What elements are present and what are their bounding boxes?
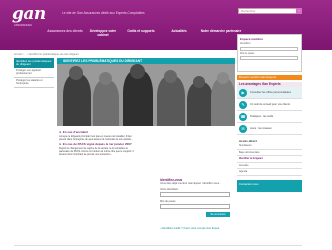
become-member-button[interactable]: Devenir membre Gan Experts xyxy=(237,75,302,80)
footer-divider xyxy=(14,245,302,246)
envelope-icon: ✉ xyxy=(239,124,247,133)
advantage-label: Consultez les offres personnalisées xyxy=(250,91,291,94)
login-label: Votre identifiant xyxy=(160,188,178,192)
advantage-label: Pratiques : les outils xyxy=(250,115,274,118)
main-nav: Assurances des clients Développez votre … xyxy=(46,29,244,38)
member-password-input[interactable] xyxy=(240,56,298,60)
nav-assurances[interactable]: Assurances des clients xyxy=(46,29,84,38)
member-login-label: Identifiant xyxy=(240,42,251,45)
advantage-item[interactable]: ☎ Pratiques : les outils xyxy=(237,111,302,123)
left-sidebar: Identifiez les problématiques du dirigea… xyxy=(14,58,54,94)
pencil-icon: ✎ xyxy=(239,100,247,109)
left-sidebar-title[interactable]: Identifiez les problématiques du dirigea… xyxy=(14,58,54,68)
main-content: IDENTIFIEZ LES PROBLÉMATIQUES DU DIRIGEA… xyxy=(57,58,235,244)
password-label: Mot de passe xyxy=(160,200,176,204)
team-photo xyxy=(57,64,235,126)
paragraph-accident: Lorsque le dirigeant principal n'est pas… xyxy=(59,134,133,141)
login-form: Identifiez-vous Vous êtes déjà membre Ga… xyxy=(160,178,232,230)
login-input[interactable] xyxy=(160,192,230,198)
advantage-item[interactable]: ✉ Liens : les réseaux xyxy=(237,123,302,135)
gan-logo[interactable]: gan xyxy=(12,4,46,24)
form-description: Vous êtes déjà membre Gan Expert, identi… xyxy=(160,182,221,185)
password-input[interactable] xyxy=(160,204,230,210)
nav-outils[interactable]: Outils et supports xyxy=(122,29,160,38)
forgot-link[interactable]: › Identifiant oublié ? Créer votre compt… xyxy=(160,227,232,230)
member-password-label: Mot de passe xyxy=(240,51,255,55)
advantage-item[interactable]: ▶ Consultez les offres personnalisées xyxy=(237,87,302,99)
direct-link-agenda[interactable]: Agenda xyxy=(237,169,302,176)
phone-icon: ☎ xyxy=(239,112,247,121)
advantage-label: Un outil de conseil pour vos clients xyxy=(250,103,290,106)
right-sidebar: Espace membre Identifiant Mot de passe D… xyxy=(237,34,302,244)
breadcrumb[interactable]: Accueil > ... > Identifiez les problémat… xyxy=(14,53,79,56)
contact-box[interactable]: Contactez-nous xyxy=(237,179,302,192)
left-link-proteger-appareil[interactable]: Protéger son appareil professionnel xyxy=(14,68,54,78)
advantage-item[interactable]: ✎ Un outil de conseil pour vos clients xyxy=(237,99,302,111)
nav-actualites[interactable]: Actualités xyxy=(160,29,198,38)
article-text: ► En cas d'accident Lorsque le dirigeant… xyxy=(59,129,139,156)
play-icon: ▶ xyxy=(239,88,247,97)
logo-subtitle: ASSURANCES xyxy=(14,24,32,27)
left-link-proteger-salaries[interactable]: Protéger les salariés et l'entreprise xyxy=(14,78,54,88)
nav-developpez[interactable]: Développez votre cabinet xyxy=(84,29,122,38)
header-tagline: Le site de Gan Assurances dédié aux Expe… xyxy=(62,11,145,15)
member-space-title: Espace membre xyxy=(240,37,264,41)
connect-button[interactable]: Se connecter xyxy=(206,212,230,218)
search-button[interactable]: › xyxy=(296,8,302,14)
member-login-input[interactable] xyxy=(240,46,298,51)
member-space-box: Espace membre Identifiant Mot de passe xyxy=(237,34,302,72)
page: gan ASSURANCES Le site de Gan Assurances… xyxy=(0,0,332,250)
advantage-label: Liens : les réseaux xyxy=(250,127,272,130)
search-input[interactable]: Rechercher xyxy=(238,8,302,14)
paragraph-pacs: Depuis le changement de régime de la soc… xyxy=(59,146,134,156)
